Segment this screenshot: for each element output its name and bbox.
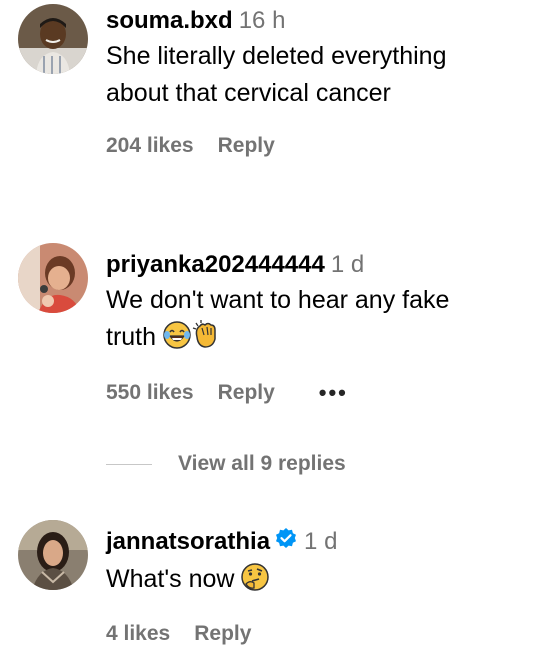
comment-header: jannatsorathia 1 d bbox=[106, 527, 537, 559]
comment-text-line: about that cervical cancer bbox=[106, 79, 391, 107]
verified-badge-icon bbox=[274, 527, 298, 559]
comment-text-word: truth bbox=[106, 323, 157, 351]
username[interactable]: souma.bxd bbox=[106, 7, 233, 34]
clapping-hands-icon bbox=[191, 319, 219, 360]
more-horizontal-icon[interactable]: ••• bbox=[319, 380, 348, 406]
likes-count[interactable]: 4 likes bbox=[106, 622, 170, 646]
timestamp[interactable]: 1 d bbox=[331, 251, 364, 278]
timestamp[interactable]: 1 d bbox=[304, 528, 337, 555]
comment-text: She literally deleted everything about t… bbox=[106, 38, 537, 112]
comment-header: souma.bxd 16 h bbox=[106, 6, 537, 36]
comment-text-line: We don't want to hear any fake bbox=[106, 286, 450, 314]
likes-count[interactable]: 204 likes bbox=[106, 134, 194, 158]
comment-text-line: She literally deleted everything bbox=[106, 42, 447, 70]
view-replies-label: View all 9 replies bbox=[178, 452, 346, 475]
comment-actions: 4 likes Reply bbox=[106, 622, 537, 646]
comment-text-line-with-emoji: truth bbox=[106, 319, 537, 360]
comment-actions: 550 likes Reply ••• bbox=[106, 380, 537, 406]
thinking-face-icon bbox=[241, 563, 270, 602]
comment-text: What's now bbox=[106, 561, 537, 602]
comment-text: We don't want to hear any fake truth bbox=[106, 282, 537, 360]
likes-count[interactable]: 550 likes bbox=[106, 381, 194, 405]
avatar[interactable] bbox=[18, 243, 88, 313]
avatar[interactable] bbox=[18, 4, 88, 74]
avatar[interactable] bbox=[18, 520, 88, 590]
username[interactable]: jannatsorathia bbox=[106, 528, 270, 555]
reply-button[interactable]: Reply bbox=[218, 381, 275, 405]
username[interactable]: priyanka202444444 bbox=[106, 251, 325, 278]
comment-actions: 204 likes Reply bbox=[106, 134, 537, 158]
divider-line bbox=[106, 463, 152, 465]
comment-text-word: What's now bbox=[106, 565, 235, 593]
view-replies-button[interactable]: View all 9 replies bbox=[106, 452, 346, 476]
face-with-tears-of-joy-icon bbox=[163, 321, 191, 360]
reply-button[interactable]: Reply bbox=[218, 134, 275, 158]
timestamp[interactable]: 16 h bbox=[239, 7, 286, 34]
reply-button[interactable]: Reply bbox=[194, 622, 251, 646]
comment-header: priyanka202444444 1 d bbox=[106, 250, 537, 280]
